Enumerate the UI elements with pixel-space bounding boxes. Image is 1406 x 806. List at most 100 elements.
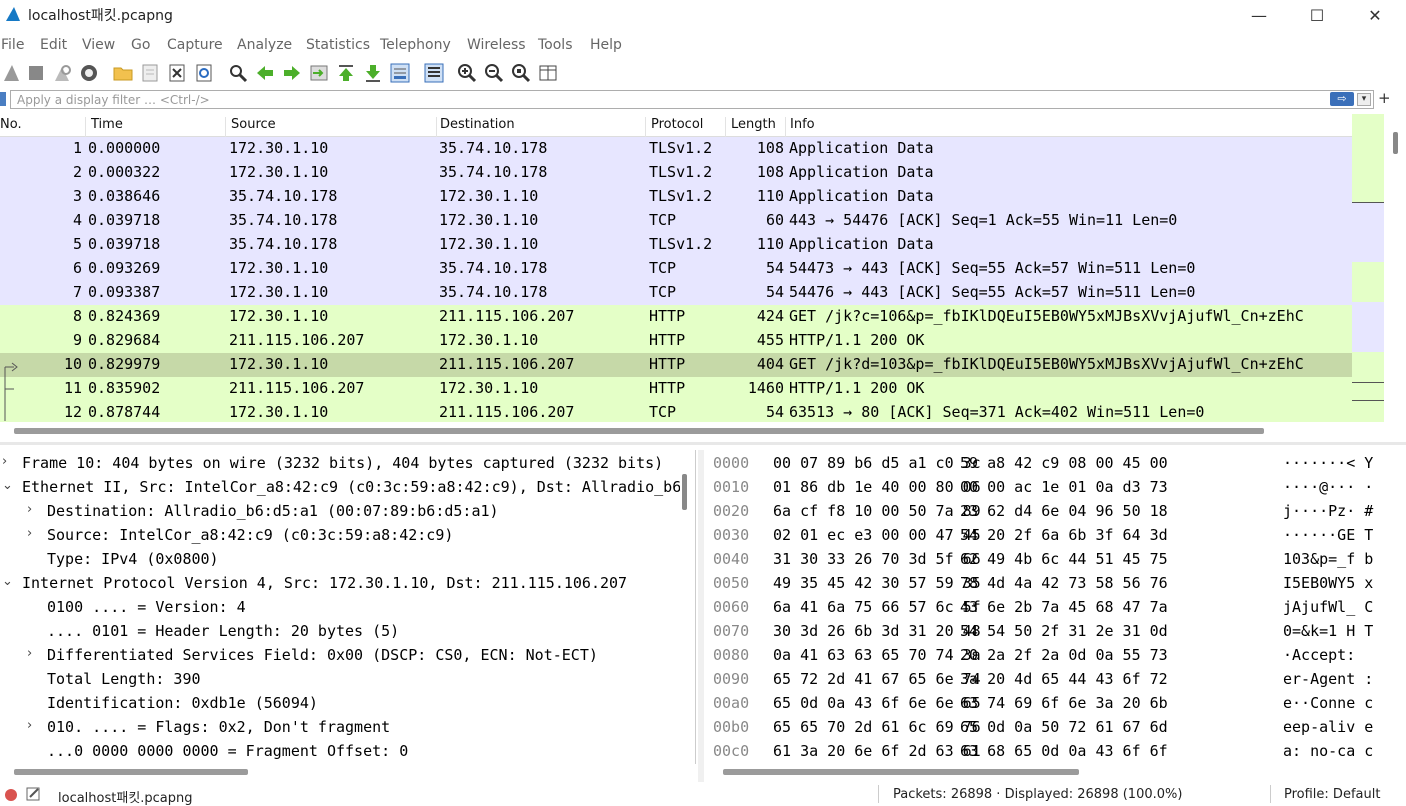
hex-row[interactable]: 00b0 65 65 70 2d 61 6c 69 76 65 0d 0a 50 7… [706,716,1396,740]
menu-statistics[interactable]: Statistics [306,37,370,53]
hex-row[interactable]: 0090 65 72 2d 41 67 65 6e 74 3a 20 4d 65 4… [706,668,1396,692]
stop-capture-icon[interactable] [25,62,47,84]
packet-row[interactable]: 7 0.093387 172.30.1.10 35.74.10.178 TCP 54 544… [0,281,1352,305]
first-packet-icon[interactable] [335,62,357,84]
close-file-icon[interactable] [166,62,188,84]
add-filter-button[interactable]: + [1378,89,1391,107]
detail-tree-item[interactable]: Identification: 0xdb1e (56094) [0,692,680,716]
hex-row[interactable]: 0030 02 01 ec e3 00 00 47 45 54 20 2f 6a 6… [706,524,1396,548]
colorize-icon[interactable] [423,62,445,84]
expand-arrow-icon[interactable]: › [27,718,32,733]
expand-arrow-icon[interactable]: › [27,502,32,517]
packet-no: 8 [72,307,82,325]
detail-tree-item[interactable]: › Source: IntelCor_a8:42:c9 (c0:3c:59:a8:… [0,524,680,548]
packet-row[interactable]: 8 0.824369 172.30.1.10 211.115.106.207 HTTP 4… [0,305,1352,329]
restart-capture-icon[interactable] [51,62,73,84]
packet-row[interactable]: 10 0.829979 172.30.1.10 211.115.106.207 HTTP… [0,353,1352,377]
menu-telephony[interactable]: Telephony [380,37,451,53]
packet-list-hscrollbar[interactable] [14,428,1264,434]
vertical-splitter[interactable] [698,450,704,782]
filter-bookmark-icon[interactable] [0,92,6,106]
menu-wireless[interactable]: Wireless [467,37,526,53]
hex-row[interactable]: 00c0 61 3a 20 6e 6f 2d 63 61 63 68 65 0d 0… [706,740,1396,764]
packet-row[interactable]: 12 0.878744 172.30.1.10 211.115.106.207 TCP 5… [0,401,1352,422]
packet-row[interactable]: 11 0.835902 211.115.106.207 172.30.1.10 HTTP… [0,377,1352,401]
status-profile[interactable]: Profile: Default [1284,787,1380,802]
minimize-button[interactable]: — [1236,0,1282,30]
zoom-out-icon[interactable] [483,62,505,84]
menu-capture[interactable]: Capture [167,37,223,53]
detail-tree-item[interactable]: Type: IPv4 (0x0800) [0,548,680,572]
reload-file-icon[interactable] [193,62,215,84]
go-back-icon[interactable] [254,62,276,84]
open-file-icon[interactable] [112,62,134,84]
display-filter-input[interactable] [10,90,1374,109]
expand-arrow-icon[interactable]: › [27,646,32,661]
details-hscrollbar[interactable] [14,769,248,775]
detail-tree-item[interactable]: ⌄ Internet Protocol Version 4, Src: 172.3… [0,572,680,596]
hex-row[interactable]: 0080 0a 41 63 63 65 70 74 3a 20 2a 2f 2a 0… [706,644,1396,668]
normal-size-icon[interactable] [510,62,532,84]
detail-tree-item[interactable]: ...0 0000 0000 0000 = Fragment Offset: 0 [0,740,680,764]
detail-tree-item[interactable]: Total Length: 390 [0,668,680,692]
start-capture-icon[interactable] [1,62,23,84]
filter-dropdown-button[interactable]: ▾ [1357,93,1371,106]
menu-view[interactable]: View [82,37,115,53]
packet-row[interactable]: 4 0.039718 35.74.10.178 172.30.1.10 TCP 60 443… [0,209,1352,233]
expand-arrow-icon[interactable]: › [2,454,7,469]
packet-row[interactable]: 1 0.000000 172.30.1.10 35.74.10.178 TLSv1.2 1… [0,137,1352,161]
packet-row[interactable]: 6 0.093269 172.30.1.10 35.74.10.178 TCP 54 544… [0,257,1352,281]
expand-arrow-icon[interactable]: › [27,526,32,541]
menu-file[interactable]: File [1,37,24,53]
packet-row[interactable]: 9 0.829684 211.115.106.207 172.30.1.10 HTTP 4… [0,329,1352,353]
details-vscrollbar[interactable] [682,474,687,510]
hex-row[interactable]: 0050 49 35 45 42 30 57 59 35 78 4d 4a 42 7… [706,572,1396,596]
expert-info-icon[interactable] [4,788,18,802]
find-packet-icon[interactable] [227,62,249,84]
hex-row[interactable]: 0070 30 3d 26 6b 3d 31 20 48 54 54 50 2f 3… [706,620,1396,644]
hex-offset: 0080 [713,646,750,664]
hex-offset: 0050 [713,574,750,592]
detail-tree-item[interactable]: › Differentiated Services Field: 0x00 (DS… [0,644,680,668]
apply-filter-button[interactable]: ⇨ [1330,92,1354,106]
detail-tree-item[interactable]: › 010. .... = Flags: 0x2, Don't fragment [0,716,680,740]
menu-tools[interactable]: Tools [538,37,573,53]
hex-ascii: j····Pz· # [1283,502,1374,520]
capture-options-icon[interactable] [78,62,100,84]
menu-help[interactable]: Help [590,37,622,53]
bytes-hscrollbar[interactable] [723,769,1079,775]
zoom-in-icon[interactable] [456,62,478,84]
packet-minimap[interactable] [1352,114,1384,422]
detail-tree-item[interactable]: .... 0101 = Header Length: 20 bytes (5) [0,620,680,644]
capture-comment-icon[interactable] [26,787,42,801]
collapse-arrow-icon[interactable]: ⌄ [2,478,13,493]
save-file-icon[interactable] [139,62,161,84]
auto-scroll-icon[interactable] [389,62,411,84]
hex-row[interactable]: 0010 01 86 db 1e 40 00 80 06 00 00 ac 1e 0… [706,476,1396,500]
pane-splitter[interactable] [0,442,1406,445]
close-button[interactable]: ✕ [1352,0,1398,30]
collapse-arrow-icon[interactable]: ⌄ [2,574,13,589]
detail-tree-item[interactable]: › Frame 10: 404 bytes on wire (3232 bits)… [0,452,680,476]
packet-row[interactable]: 5 0.039718 35.74.10.178 172.30.1.10 TLSv1.2 1… [0,233,1352,257]
detail-tree-item[interactable]: 0100 .... = Version: 4 [0,596,680,620]
hex-row[interactable]: 00a0 65 0d 0a 43 6f 6e 6e 65 63 74 69 6f 6… [706,692,1396,716]
detail-tree-item[interactable]: › Destination: Allradio_b6:d5:a1 (00:07:8… [0,500,680,524]
menu-edit[interactable]: Edit [40,37,67,53]
menu-analyze[interactable]: Analyze [237,37,292,53]
packet-destination: 172.30.1.10 [439,331,539,349]
packet-list-vscrollbar[interactable] [1385,114,1406,422]
packet-row[interactable]: 3 0.038646 35.74.10.178 172.30.1.10 TLSv1.2 1… [0,185,1352,209]
hex-row[interactable]: 0040 31 30 33 26 70 3d 5f 66 62 49 4b 6c 4… [706,548,1396,572]
hex-row[interactable]: 0000 00 07 89 b6 d5 a1 c0 3c 59 a8 42 c9 0… [706,452,1396,476]
hex-row[interactable]: 0060 6a 41 6a 75 66 57 6c 5f 43 6e 2b 7a 4… [706,596,1396,620]
go-forward-icon[interactable] [281,62,303,84]
maximize-button[interactable]: ☐ [1294,0,1340,30]
go-to-packet-icon[interactable] [308,62,330,84]
menu-go[interactable]: Go [131,37,150,53]
packet-row[interactable]: 2 0.000322 172.30.1.10 35.74.10.178 TLSv1.2 1… [0,161,1352,185]
hex-row[interactable]: 0020 6a cf f8 10 00 50 7a 89 23 62 d4 6e 0… [706,500,1396,524]
resize-columns-icon[interactable] [537,62,559,84]
last-packet-icon[interactable] [362,62,384,84]
detail-tree-item[interactable]: ⌄ Ethernet II, Src: IntelCor_a8:42:c9 (c0… [0,476,680,500]
